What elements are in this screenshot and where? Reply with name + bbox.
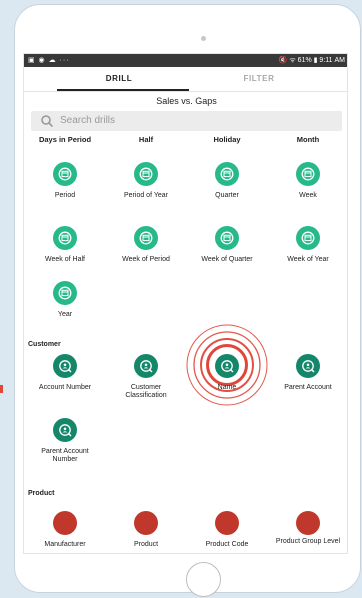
- person-search-icon: [221, 360, 234, 373]
- calendar-icon: [301, 167, 315, 181]
- drill-icon-circle: [53, 418, 77, 442]
- drill-label: Customer Classification: [125, 384, 167, 399]
- drill-half[interactable]: Half: [105, 135, 187, 144]
- section-product: Product: [28, 490, 55, 497]
- drill-label: Parent Account Number: [41, 448, 89, 463]
- drill-label: Week of Quarter: [201, 256, 253, 263]
- drill-label: Manufacturer: [44, 541, 86, 548]
- search-icon: [41, 115, 54, 128]
- home-button[interactable]: [186, 562, 221, 597]
- calendar-icon: [139, 231, 153, 245]
- drill-icon-circle: [215, 162, 239, 186]
- drill-label: Account Number: [38, 384, 92, 391]
- drill-icon-circle: [53, 226, 77, 250]
- drill-label: Product Code: [205, 541, 249, 548]
- camera: [201, 36, 206, 41]
- calendar-icon: [58, 231, 72, 245]
- person-search-icon: [59, 360, 72, 373]
- drill-icon-circle: [134, 511, 158, 535]
- calendar-icon: [58, 286, 72, 300]
- person-search-icon: [302, 360, 315, 373]
- drill-icon-circle: [53, 162, 77, 186]
- drill-icon-circle: [53, 511, 77, 535]
- calendar-icon: [301, 231, 315, 245]
- drill-label: Parent Account: [284, 384, 332, 391]
- drill-icon-circle: [134, 354, 158, 378]
- screen: ▣ ◉ ☁ ··· 🔇 ᯤ 61% ▮ 9:11 AM DRILL FILTER…: [23, 53, 348, 554]
- status-bar: ▣ ◉ ☁ ··· 🔇 ᯤ 61% ▮ 9:11 AM: [24, 54, 347, 67]
- calendar-icon: [220, 231, 234, 245]
- drill-icon-circle: [296, 162, 320, 186]
- drill-label: Week of Year: [287, 256, 329, 263]
- drill-icon-circle: [215, 226, 239, 250]
- drill-icon-circle: [296, 511, 320, 535]
- drill-label: Week: [299, 192, 317, 199]
- tab-bar: DRILL FILTER: [24, 67, 347, 92]
- drill-holiday[interactable]: Holiday: [186, 135, 268, 144]
- calendar-icon: [139, 167, 153, 181]
- drill-label: Year: [57, 311, 73, 318]
- drill-label: Product Group Level: [275, 538, 341, 545]
- drill-label: Quarter: [215, 192, 239, 199]
- drill-icon-circle: [134, 226, 158, 250]
- drill-icon-circle: [215, 511, 239, 535]
- drill-label: Period: [54, 192, 76, 199]
- drill-label: Name: [217, 384, 237, 391]
- section-customer: Customer: [28, 341, 61, 348]
- calendar-icon: [220, 167, 234, 181]
- drill-icon-circle: [296, 354, 320, 378]
- drill-month[interactable]: Month: [267, 135, 347, 144]
- drill-icon-circle: [134, 162, 158, 186]
- status-icons: ▣ ◉ ☁ ···: [28, 57, 70, 64]
- search-input[interactable]: Search drills: [31, 111, 342, 131]
- person-search-icon: [59, 424, 72, 437]
- drill-label: Week of Half: [45, 256, 85, 263]
- tab-drill[interactable]: DRILL: [49, 67, 189, 91]
- drill-label: Week of Period: [122, 256, 170, 263]
- search-placeholder: Search drills: [60, 115, 116, 126]
- drill-icon-circle: [215, 354, 239, 378]
- drill-label: Product: [133, 541, 159, 548]
- drill-icon-circle: [53, 281, 77, 305]
- status-info: 🔇 ᯤ 61% ▮ 9:11 AM: [278, 57, 345, 64]
- drill-days-in-period[interactable]: Days in Period: [24, 135, 106, 144]
- edge-marker: [0, 385, 3, 393]
- drill-label: Period of Year: [124, 192, 168, 199]
- calendar-icon: [58, 167, 72, 181]
- drill-icon-circle: [53, 354, 77, 378]
- person-search-icon: [140, 360, 153, 373]
- tab-filter[interactable]: FILTER: [189, 67, 329, 91]
- drill-icon-circle: [296, 226, 320, 250]
- page-title: Sales vs. Gaps: [156, 96, 217, 106]
